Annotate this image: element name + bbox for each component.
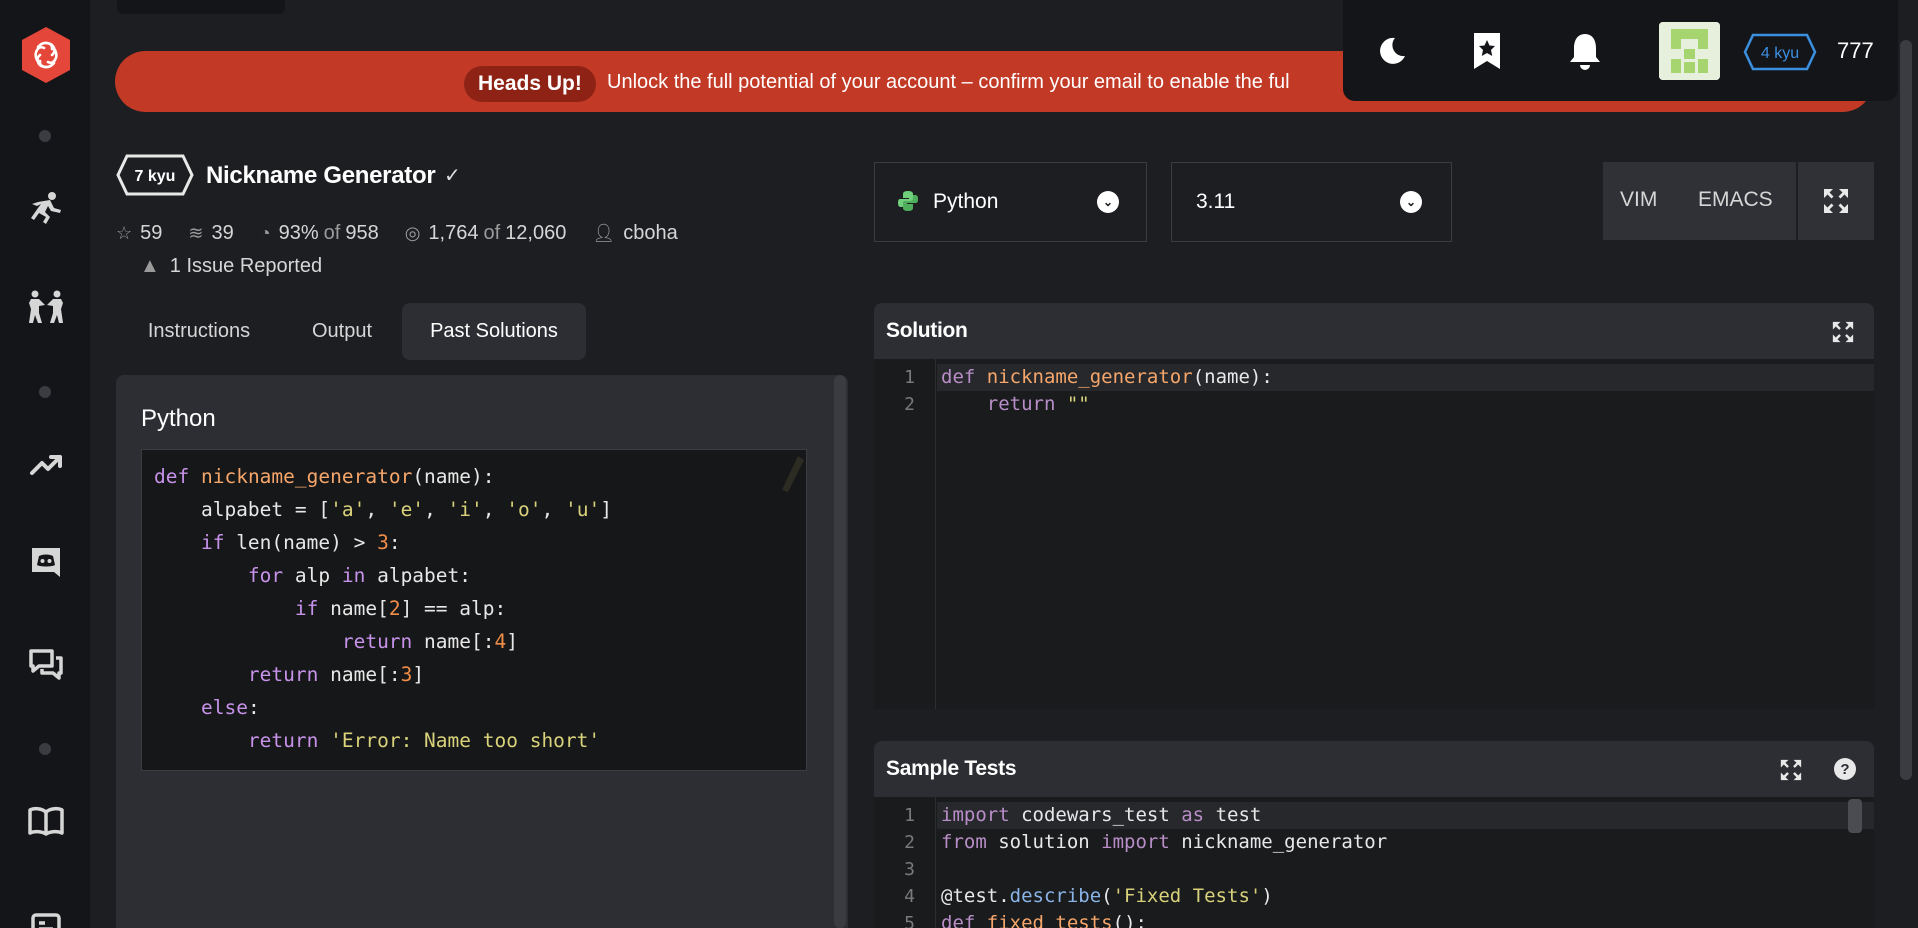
- tab-past-solutions[interactable]: Past Solutions: [402, 303, 586, 360]
- sample-tests-title: Sample Tests: [886, 757, 1017, 780]
- user-icon: 👤︎: [592, 223, 616, 243]
- sample-tests-editor[interactable]: 1 2 3 4 5 import codewars_test as test f…: [874, 797, 1874, 928]
- banner-message[interactable]: Unlock the full potential of your accoun…: [607, 71, 1290, 94]
- avatar[interactable]: [1659, 22, 1720, 80]
- python-icon: [897, 190, 919, 218]
- editor-mode-toggle: VIM EMACS: [1603, 162, 1796, 240]
- tab-output[interactable]: Output: [292, 303, 392, 360]
- heads-up-badge: Heads Up!: [464, 66, 596, 102]
- line-gutter: 1 2: [874, 359, 936, 709]
- language-value: Python: [933, 190, 999, 213]
- honor-count: 777: [1837, 38, 1874, 63]
- sample-tests-source[interactable]: import codewars_test as test from soluti…: [941, 802, 1387, 928]
- chat-icon[interactable]: [26, 645, 66, 685]
- version-value: 3.11: [1196, 190, 1236, 213]
- tests-scrollbar[interactable]: [1848, 799, 1862, 833]
- vim-mode-button[interactable]: VIM: [1620, 188, 1657, 212]
- past-solution-source: def nickname_generator(name): alpabet = …: [154, 465, 612, 752]
- target-icon: ◎: [404, 223, 421, 243]
- fullscreen-button[interactable]: [1798, 162, 1874, 240]
- expand-icon: [1824, 189, 1848, 213]
- past-solution-code: def nickname_generator(name): alpabet = …: [141, 449, 807, 771]
- expand-icon[interactable]: [1832, 321, 1854, 343]
- left-nav-rail: [0, 0, 90, 928]
- solution-title: Solution: [886, 319, 968, 342]
- top-bar-stub: [117, 0, 285, 14]
- sample-tests-header: Sample Tests ?: [874, 741, 1874, 797]
- help-icon[interactable]: ?: [1833, 757, 1857, 781]
- more-icon[interactable]: [26, 904, 66, 928]
- rail-separator: [39, 130, 51, 142]
- satisfaction-stat: ◔ 93% of 958: [259, 222, 379, 244]
- line-gutter: 1 2 3 4 5: [874, 797, 936, 928]
- copy-corner-icon[interactable]: [776, 450, 806, 494]
- training-icon[interactable]: [26, 188, 66, 228]
- user-rank-badge[interactable]: 4 kyu: [1743, 33, 1817, 71]
- docs-icon[interactable]: [26, 801, 66, 841]
- page-scrollbar[interactable]: [1900, 40, 1912, 780]
- user-toolbar: 4 kyu 777: [1343, 0, 1898, 101]
- solution-header: Solution: [874, 303, 1874, 359]
- user-rank-text: 4 kyu: [1761, 45, 1799, 62]
- collections-stat[interactable]: ≋ 39: [188, 222, 233, 245]
- past-solutions-panel: Python def nickname_generator(name): alp…: [116, 375, 848, 928]
- author-stat[interactable]: 👤︎ cboha: [592, 222, 677, 245]
- svg-text:?: ?: [1840, 761, 1849, 778]
- kata-title[interactable]: Nickname Generator: [206, 162, 436, 190]
- version-select[interactable]: 3.11 ⌄: [1171, 162, 1452, 242]
- solution-language-heading: Python: [141, 405, 216, 432]
- kata-rank-badge: 7 kyu: [116, 154, 194, 196]
- bell-icon[interactable]: [1565, 28, 1605, 74]
- left-panel-scrollbar[interactable]: [834, 375, 846, 928]
- completed-stat: ◎ 1,764 of 12,060: [404, 222, 567, 244]
- language-select[interactable]: Python ⌄: [874, 162, 1147, 242]
- rail-separator: [39, 386, 51, 398]
- practice-icon[interactable]: [26, 287, 66, 327]
- gauge-icon: ◔: [259, 223, 271, 243]
- star-icon: ☆: [116, 223, 133, 243]
- rail-separator: [39, 743, 51, 755]
- logo-icon[interactable]: [19, 25, 73, 85]
- moon-icon[interactable]: [1371, 28, 1411, 74]
- layers-icon: ≋: [188, 223, 204, 243]
- kata-stats: ☆ 59 ≋ 39 ◔ 93% of 958 ◎ 1,764 of 12,060 👤︎ cboha: [116, 222, 704, 245]
- chevron-down-icon: ⌄: [1400, 191, 1422, 213]
- expand-icon[interactable]: [1780, 759, 1802, 781]
- bookmark-icon[interactable]: [1467, 28, 1507, 74]
- kata-rank-text: 7 kyu: [135, 168, 176, 185]
- solution-editor[interactable]: 1 2 def nickname_generator(name): return…: [874, 359, 1874, 709]
- approved-check-icon: ✓: [444, 165, 461, 187]
- chevron-down-icon: ⌄: [1097, 191, 1119, 213]
- emacs-mode-button[interactable]: EMACS: [1698, 188, 1773, 212]
- warning-icon: ▲: [140, 255, 160, 277]
- tab-instructions[interactable]: Instructions: [126, 303, 272, 360]
- stars-stat[interactable]: ☆ 59: [116, 222, 162, 245]
- solution-source[interactable]: def nickname_generator(name): return "": [941, 364, 1273, 418]
- leaderboard-icon[interactable]: [26, 445, 66, 485]
- discord-icon[interactable]: [26, 543, 66, 583]
- issues-reported[interactable]: ▲ 1 Issue Reported: [140, 255, 322, 278]
